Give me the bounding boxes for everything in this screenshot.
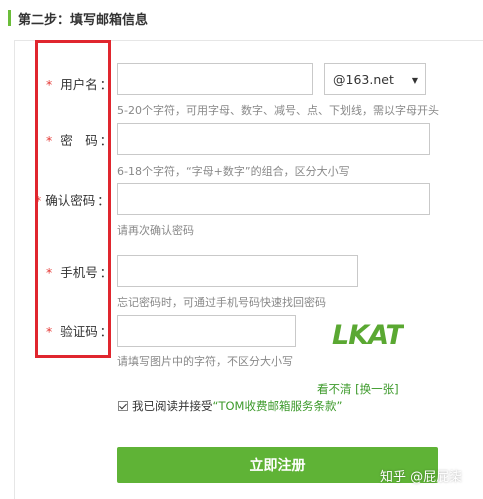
required-mark: * [46,324,53,339]
required-mark: * [35,193,42,208]
step-header: 第二步：填写邮箱信息 [8,8,148,28]
watermark: 知乎 @屁屁柒 [380,470,463,485]
captcha-hint: 请填写图片中的字符，不区分大小写 [117,355,293,368]
captcha-label: * 验证码： [46,324,113,339]
domain-select[interactable]: @163.net ▼ [324,63,426,95]
username-hint: 5-20个字符，可用字母、数字、减号、点、下划线，需以字母开头 [117,104,439,117]
phone-label: * 手机号： [46,265,113,280]
required-mark: * [46,77,53,92]
phone-hint: 忘记密码时，可通过手机号码快速找回密码 [117,296,326,309]
captcha-text: LKAT [332,320,404,351]
captcha-input[interactable] [117,315,296,347]
step-accent-bar [8,10,11,26]
username-label: * 用户名： [46,77,113,92]
refresh-prefix: 看不清 [317,382,352,396]
password-input[interactable] [117,123,430,155]
terms-link[interactable]: “TOM收费邮箱服务条款” [213,399,343,413]
username-input[interactable] [117,63,313,95]
domain-selected-value: @163.net [333,71,394,87]
confirm-password-hint: 请再次确认密码 [117,224,194,237]
required-mark: * [46,133,53,148]
agreement: 我已阅读并接受“TOM收费邮箱服务条款” [118,398,358,415]
phone-input[interactable] [117,255,358,287]
required-mark: * [46,265,53,280]
refresh-link-text: [换一张] [355,382,399,396]
agreement-checkbox[interactable] [118,401,128,411]
confirm-password-label: * 确认密码： [35,193,110,208]
refresh-captcha-link[interactable]: 看不清 [换一张] [317,381,399,397]
password-label: * 密 码： [46,133,113,148]
step-title: 第二步：填写邮箱信息 [18,12,149,28]
agreement-prefix: 我已阅读并接受 [132,399,213,413]
chevron-down-icon: ▼ [411,76,418,85]
password-hint: 6-18个字符，“字母+数字”的组合，区分大小写 [117,165,350,178]
confirm-password-input[interactable] [117,183,430,215]
captcha-image[interactable]: LKAT [330,316,404,352]
